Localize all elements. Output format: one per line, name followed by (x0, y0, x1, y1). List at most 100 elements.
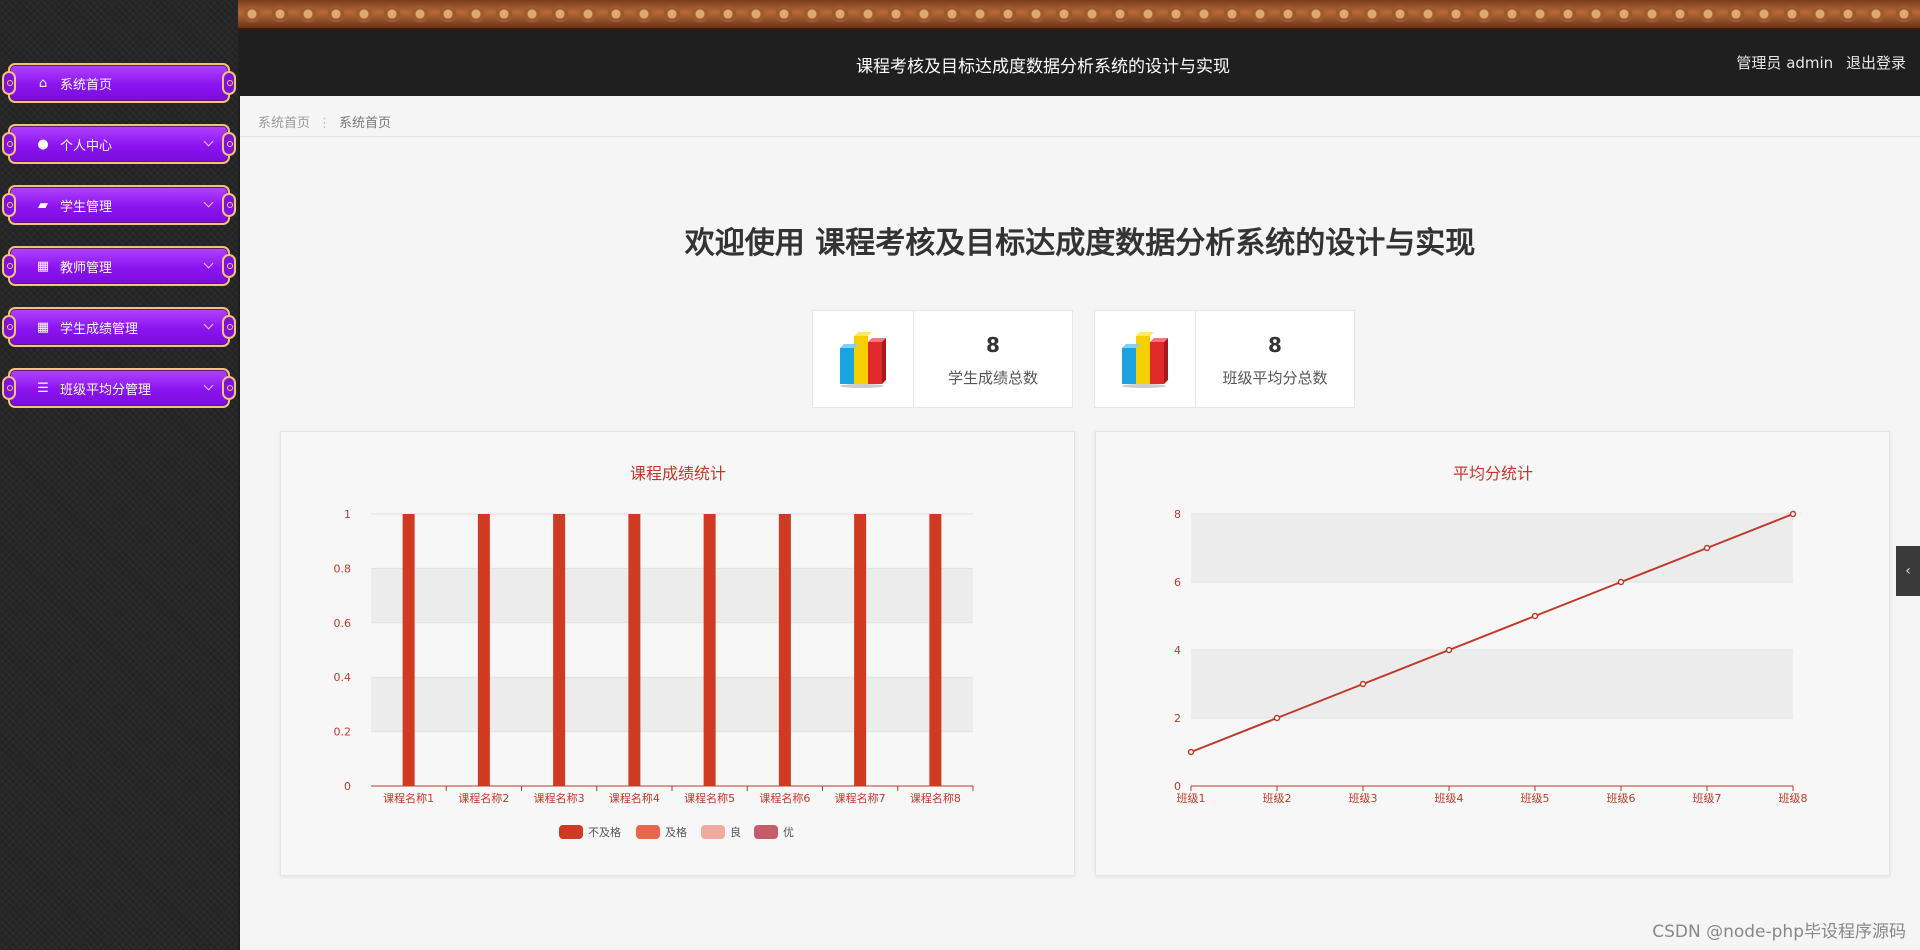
y-tick-label: 2 (1174, 712, 1181, 725)
bar-chart-icon (813, 311, 914, 407)
x-tick-label: 课程名称1 (383, 791, 434, 805)
home-icon: ⌂ (38, 75, 48, 91)
y-tick-label: 8 (1174, 508, 1181, 521)
briefcase-icon: ▰ (38, 197, 48, 213)
x-tick-label: 班级6 (1607, 792, 1636, 805)
breadcrumb: 系统首页 ⋮ 系统首页 (258, 112, 391, 131)
stat-card-averages: 8 班级平均分总数 (1094, 310, 1355, 408)
bar (477, 514, 490, 786)
sidebar-item-label: 教师管理 (60, 260, 113, 276)
ornament (2, 376, 16, 400)
bar (778, 514, 791, 786)
user-label: 管理员 admin (1736, 54, 1834, 72)
bar (703, 514, 716, 786)
sidebar-item-3[interactable]: ▰ 学生管理 (2, 185, 236, 225)
sidebar-item-label: 个人中心 (60, 138, 113, 154)
sidebar-item-4[interactable]: ▦ 教师管理 (2, 246, 236, 286)
x-tick-label: 课程名称4 (609, 791, 660, 805)
y-tick-label: 4 (1174, 644, 1181, 657)
chevron-down-icon (203, 319, 214, 330)
chevron-left-icon: ‹ (1905, 563, 1911, 579)
ornament (222, 193, 236, 217)
breadcrumb-divider (240, 136, 1920, 137)
breadcrumb-current: 系统首页 (339, 116, 392, 131)
legend-swatch (701, 825, 725, 839)
x-tick-label: 班级2 (1263, 792, 1292, 805)
bar (553, 514, 566, 786)
chevron-down-icon (203, 258, 214, 269)
header-bar: 课程考核及目标达成度数据分析系统的设计与实现 管理员 admin 退出登录 (238, 0, 1920, 96)
sidebar-item-1[interactable]: ⌂ 系统首页 (2, 63, 236, 103)
sidebar-item-5[interactable]: ▦ 学生成绩管理 (2, 307, 236, 347)
sidebar-item-2[interactable]: ● 个人中心 (2, 124, 236, 164)
course-score-chart-card: 课程成绩统计 0 0.2 0.4 0.6 0.8 1 课程名称1 课程名称2 课程名称3 课程名称4… (280, 431, 1075, 876)
legend-label: 优 (783, 826, 794, 839)
y-tick-label: 0.2 (334, 726, 352, 739)
breadcrumb-root[interactable]: 系统首页 (258, 116, 310, 131)
sidebar-item-label: 班级平均分管理 (60, 382, 152, 398)
bar (628, 514, 641, 786)
grid-band (371, 568, 973, 623)
chart-title: 课程成绩统计 (630, 464, 726, 483)
stat-value: 8 (1268, 333, 1282, 357)
stat-label: 班级平均分总数 (1222, 369, 1328, 387)
grid-icon: ▦ (36, 258, 50, 274)
ornament (2, 315, 16, 339)
y-tick-label: 0.6 (334, 617, 352, 630)
legend-swatch (754, 825, 778, 839)
bar-chart-icon (1095, 311, 1196, 407)
y-tick-label: 0.4 (334, 671, 352, 684)
x-tick-label: 班级1 (1177, 792, 1206, 805)
sidebar-item-label: 学生成绩管理 (60, 321, 139, 337)
chart-title: 平均分统计 (1453, 464, 1533, 483)
data-point (1617, 578, 1625, 586)
grid-icon: ▦ (36, 319, 50, 335)
x-tick-label: 课程名称8 (910, 791, 961, 805)
user-icon: ● (37, 136, 49, 152)
stat-label: 学生成绩总数 (947, 369, 1038, 387)
y-tick-label: 1 (344, 508, 351, 521)
x-tick-label: 课程名称6 (759, 791, 810, 805)
user-area: 管理员 admin 退出登录 (1728, 52, 1906, 73)
sidebar-item-label: 系统首页 (60, 77, 113, 93)
ornament (2, 193, 16, 217)
grid-band (1191, 650, 1793, 718)
average-score-chart-card: 平均分统计 0 2 4 6 8 班级1 班级2 班级3 班级4 班级5 班级6 班级7 班级8 (1095, 431, 1890, 876)
stat-value: 8 (986, 333, 1000, 357)
course-score-bar-chart: 课程成绩统计 0 0.2 0.4 0.6 0.8 1 课程名称1 课程名称2 课程名称3 课程名称4… (334, 464, 974, 839)
ornament (2, 71, 16, 95)
main-content: 系统首页 ⋮ 系统首页 欢迎使用 课程考核及目标达成度数据分析系统的设计与实现 8 … (240, 96, 1920, 950)
legend-label: 及格 (665, 825, 687, 839)
grid-band (371, 677, 973, 732)
watermark: CSDN @node-php毕设程序源码 (1652, 922, 1906, 942)
grid-band (1191, 514, 1793, 582)
roof-decoration (238, 0, 1920, 30)
x-tick-label: 班级4 (1435, 792, 1464, 805)
bar (402, 514, 415, 786)
data-point (1789, 510, 1797, 518)
chevron-down-icon (203, 380, 214, 391)
ornament (222, 132, 236, 156)
welcome-heading: 欢迎使用 课程考核及目标达成度数据分析系统的设计与实现 (684, 226, 1476, 261)
bar (854, 514, 867, 786)
x-tick-label: 课程名称5 (684, 791, 735, 805)
stat-card-scores: 8 学生成绩总数 (812, 310, 1073, 408)
legend-swatch (636, 825, 660, 839)
ornament (2, 254, 16, 278)
sidebar-item-label: 学生管理 (60, 199, 113, 215)
data-point (1187, 748, 1195, 756)
x-tick-label: 课程名称7 (835, 791, 886, 805)
x-tick-label: 课程名称2 (458, 791, 509, 805)
sidebar-item-6[interactable]: ☰ 班级平均分管理 (2, 368, 236, 408)
x-tick-label: 班级3 (1349, 792, 1378, 805)
chevron-down-icon (203, 197, 214, 208)
y-tick-label: 6 (1174, 576, 1181, 589)
y-tick-label: 0 (344, 780, 351, 793)
data-point (1359, 680, 1367, 688)
average-score-line-chart: 平均分统计02468班级1 班级2 班级3 班级4 班级5 班级6 班级7 班级8 (1174, 464, 1808, 805)
ornament (222, 376, 236, 400)
collapse-panel-button[interactable]: ‹ (1896, 546, 1920, 596)
logout-link[interactable]: 退出登录 (1846, 54, 1906, 72)
ornament (222, 71, 236, 95)
ornament (2, 132, 16, 156)
